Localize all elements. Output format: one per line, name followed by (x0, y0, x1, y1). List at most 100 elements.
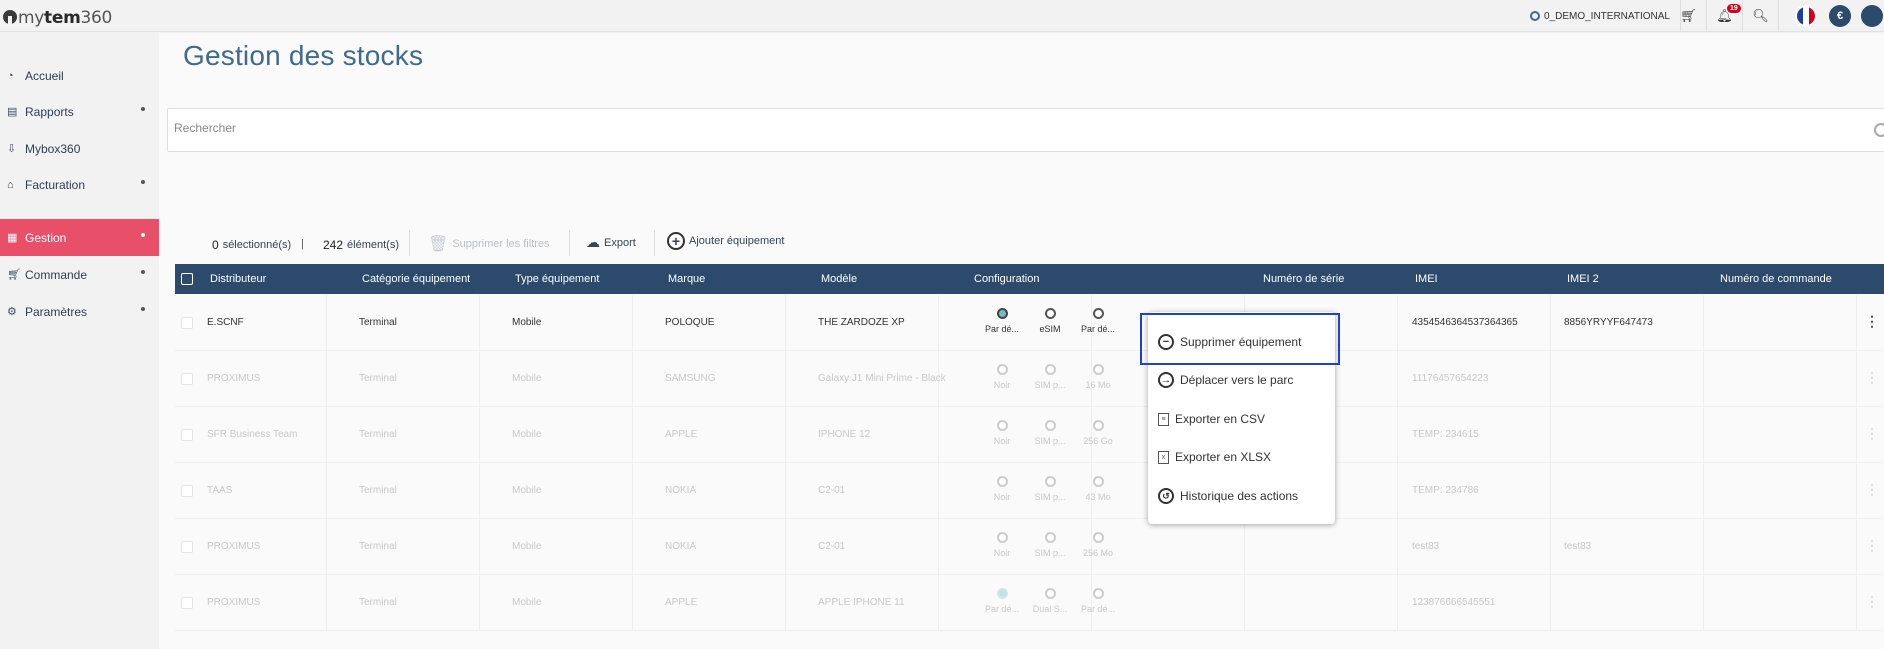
col-numero-commande[interactable]: Numéro de commande (1720, 273, 1832, 285)
config-option[interactable]: 16 Mo (1078, 364, 1118, 390)
col-categorie[interactable]: Catégorie équipement (362, 273, 470, 285)
col-imei2[interactable]: IMEI 2 (1567, 273, 1599, 285)
config-option[interactable]: Par dé... (982, 588, 1022, 614)
table-row[interactable]: PROXIMUS Terminal Mobile NOKIA C2-01 Noir SIM … (175, 519, 1884, 575)
row-actions-icon[interactable]: ⋮ (1865, 537, 1879, 554)
table-row[interactable]: E.SCNF Terminal Mobile POLOQUE THE ZARDOZE X… (175, 295, 1884, 351)
col-modele[interactable]: Modèle (821, 273, 857, 285)
row-checkbox[interactable] (181, 597, 193, 609)
currency-button[interactable]: € (1825, 0, 1855, 32)
col-configuration[interactable]: Configuration (974, 273, 1039, 285)
config-option[interactable]: Dual S... (1030, 588, 1070, 614)
config-option[interactable]: Noir (982, 420, 1022, 446)
sidebar: ◔ Accueil ▤ Rapports ⇩ Mybox360 ⌂ Facturatio… (0, 33, 159, 649)
config-option[interactable]: SIM p... (1030, 420, 1070, 446)
cell-divider (1244, 519, 1245, 575)
app-logo[interactable]: mytem360 (3, 8, 112, 28)
menu-item-action-history[interactable]: ↺ Historique des actions (1158, 488, 1298, 504)
cell-categorie: Terminal (359, 317, 397, 328)
col-type[interactable]: Type équipement (515, 273, 599, 285)
cell-type: Mobile (512, 429, 542, 440)
cell-modele: Galaxy J1 Mini Prime - Black (818, 373, 946, 384)
cell-type: Mobile (512, 485, 542, 496)
table-row[interactable]: PROXIMUS Terminal Mobile APPLE APPLE IPHONE … (175, 575, 1884, 631)
sidebar-item-facturation[interactable]: ⌂ Facturation (0, 166, 159, 203)
col-numero-serie[interactable]: Numéro de série (1263, 273, 1344, 285)
row-actions-icon[interactable]: ⋮ (1865, 313, 1879, 330)
search-bar[interactable] (167, 108, 1884, 152)
sidebar-item-rapports[interactable]: ▤ Rapports (0, 93, 159, 130)
config-option-icon (996, 476, 1008, 487)
cell-type: Mobile (512, 317, 542, 328)
cell-divider (1397, 519, 1398, 575)
row-actions-icon[interactable]: ⋮ (1865, 481, 1879, 498)
col-marque[interactable]: Marque (668, 273, 705, 285)
cell-modele: C2-01 (818, 485, 846, 496)
select-all-checkbox[interactable] (181, 273, 193, 285)
notifications-button[interactable]: 🔔︎ 19 (1707, 0, 1743, 32)
config-option[interactable]: 256 Mo (1078, 532, 1118, 558)
highlight-box (1140, 313, 1340, 365)
config-option-icon (1044, 420, 1056, 431)
expand-dot-icon (141, 233, 145, 237)
cell-divider (1856, 519, 1857, 575)
config-option[interactable]: Noir (982, 364, 1022, 390)
menu-item-move-to-fleet[interactable]: → Déplacer vers le parc (1158, 372, 1293, 388)
config-option[interactable]: 256 Go (1078, 420, 1118, 446)
col-imei[interactable]: IMEI (1415, 273, 1438, 285)
organization-selector[interactable]: 0_DEMO_INTERNATIONAL (1530, 0, 1681, 32)
config-option[interactable]: SIM p... (1030, 364, 1070, 390)
config-option[interactable]: Noir (982, 532, 1022, 558)
sidebar-item-mybox360[interactable]: ⇩ Mybox360 (0, 130, 159, 167)
cell-divider (1397, 407, 1398, 463)
config-option[interactable]: 43 Mo (1078, 476, 1118, 502)
row-checkbox[interactable] (181, 485, 193, 497)
cell-divider (479, 463, 480, 519)
config-option[interactable]: SIM p... (1030, 476, 1070, 502)
row-actions-icon[interactable]: ⋮ (1865, 425, 1879, 442)
divider (409, 230, 410, 256)
config-option[interactable]: Par dé... (1078, 308, 1118, 334)
config-option-icon (1092, 476, 1104, 487)
config-option[interactable]: Par dé... (982, 308, 1022, 334)
row-checkbox[interactable] (181, 373, 193, 385)
search-input[interactable] (174, 121, 1674, 135)
cell-divider (326, 407, 327, 463)
row-checkbox[interactable] (181, 317, 193, 329)
config-option[interactable]: Noir (982, 476, 1022, 502)
selection-count: 0 sélectionné(s) (212, 238, 292, 252)
cell-divider (479, 519, 480, 575)
menu-item-export-csv[interactable]: ≡ Exporter en CSV (1158, 412, 1265, 426)
export-button[interactable]: ☁ Export (586, 234, 636, 251)
search-icon[interactable] (1872, 121, 1884, 143)
cell-divider (632, 295, 633, 351)
plus-circle-icon: + (667, 232, 685, 250)
language-button[interactable] (1790, 0, 1822, 32)
config-option[interactable]: eSIM (1030, 308, 1070, 334)
col-distributeur[interactable]: Distributeur (210, 273, 266, 285)
menu-item-export-xlsx[interactable]: x Exporter en XLSX (1158, 450, 1271, 464)
sidebar-item-commande[interactable]: 🛒︎ Commande (0, 256, 159, 293)
row-checkbox[interactable] (181, 429, 193, 441)
cell-divider (1856, 295, 1857, 351)
cell-divider (1397, 575, 1398, 631)
divider (654, 230, 655, 256)
cell-divider (326, 519, 327, 575)
config-option[interactable]: SIM p... (1030, 532, 1070, 558)
row-actions-icon[interactable]: ⋮ (1865, 369, 1879, 386)
cell-divider (326, 463, 327, 519)
table-row[interactable]: PROXIMUS Terminal Mobile SAMSUNG Galaxy J1 M… (175, 351, 1884, 407)
row-checkbox[interactable] (181, 541, 193, 553)
table-row[interactable]: TAAS Terminal Mobile NOKIA C2-01 Noir SIM p...… (175, 463, 1884, 519)
user-avatar[interactable] (1860, 0, 1884, 32)
sidebar-item-accueil[interactable]: ◔ Accueil (0, 57, 159, 94)
config-option-icon (1044, 364, 1056, 375)
row-actions-icon[interactable]: ⋮ (1865, 593, 1879, 610)
add-equipment-button[interactable]: + Ajouter équipement (667, 232, 784, 250)
table-row[interactable]: SFR Business Team Terminal Mobile APPLE IPHO… (175, 407, 1884, 463)
cart-button[interactable]: 🛒︎ (1671, 0, 1707, 32)
config-option[interactable]: Par dé... (1078, 588, 1118, 614)
search-button[interactable]: 🔍︎ (1743, 0, 1779, 32)
sidebar-item-parametres[interactable]: ⚙ Paramètres (0, 293, 159, 330)
clear-filters-button[interactable]: 🗑︎ Supprimer les filtres (428, 234, 550, 254)
